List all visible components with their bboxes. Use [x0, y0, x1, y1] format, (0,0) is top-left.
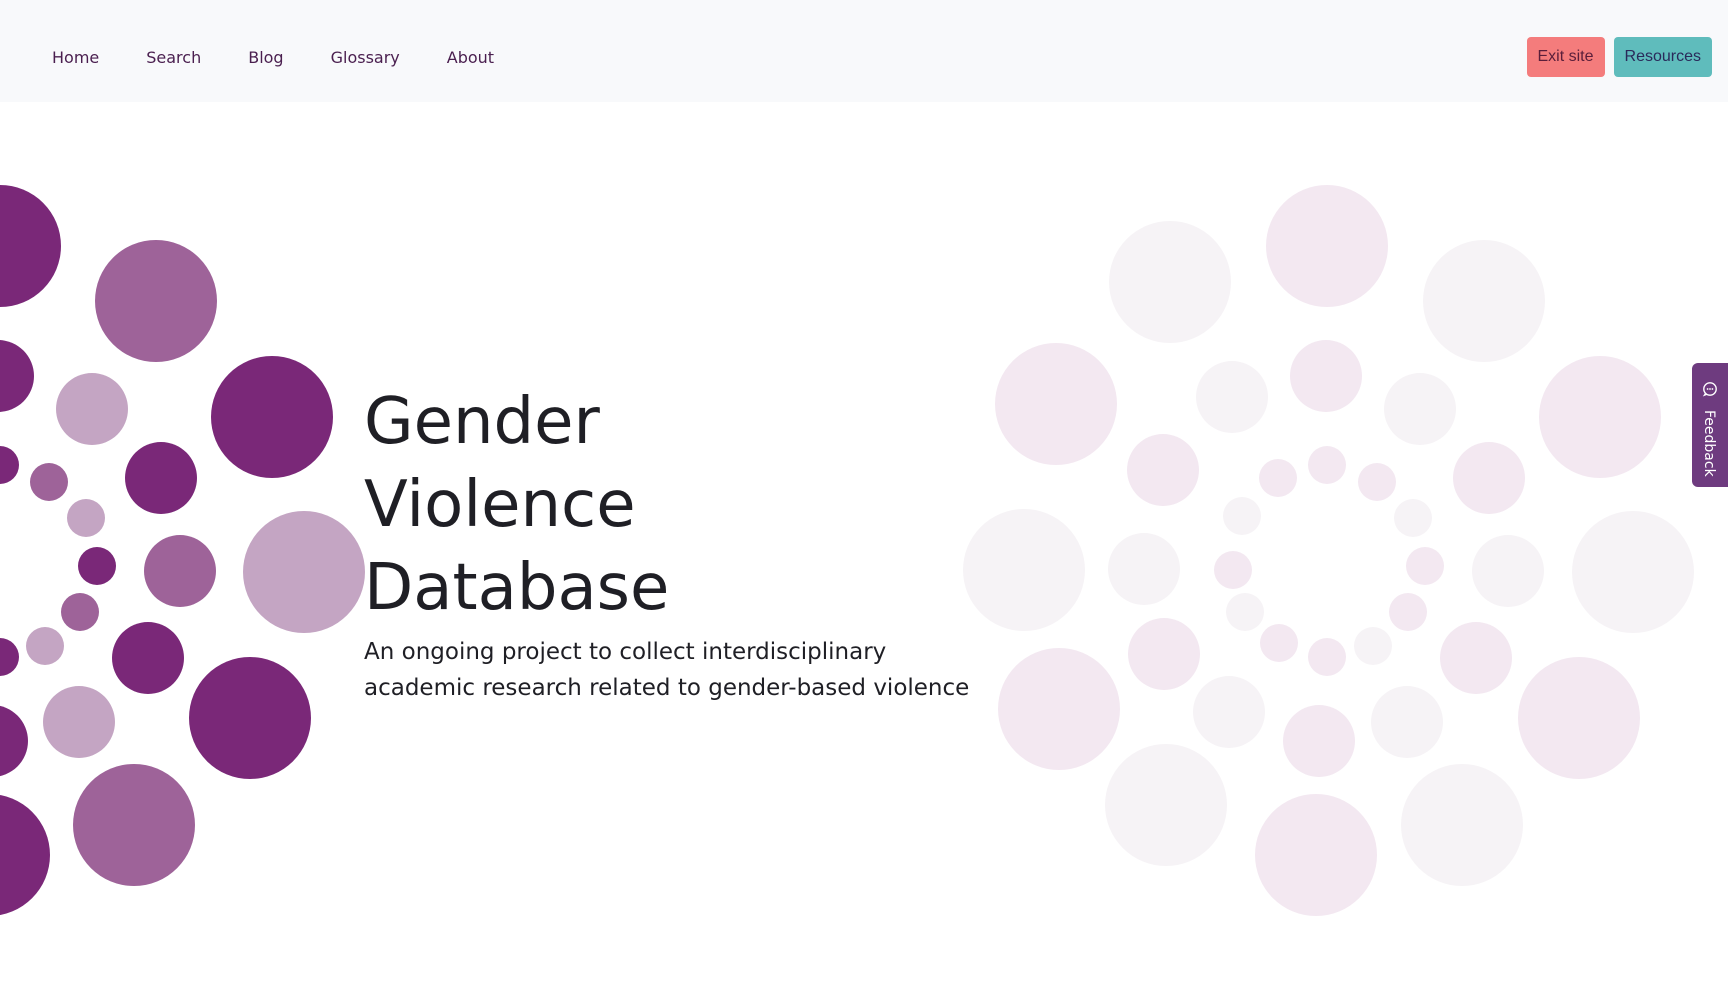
exit-site-button[interactable]: Exit site [1526, 37, 1605, 77]
nav-link-search[interactable]: Search [146, 48, 201, 67]
resources-button[interactable]: Resources [1613, 37, 1712, 77]
decorative-circle [0, 340, 34, 412]
decorative-circle [67, 499, 105, 537]
decorative-circle [1260, 624, 1298, 662]
decorative-circle [0, 446, 19, 484]
decorative-circle [0, 185, 61, 307]
nav-link-blog[interactable]: Blog [248, 48, 283, 67]
decorative-circle [1384, 373, 1456, 445]
chat-bubble-icon [1702, 381, 1718, 401]
page-subtitle: An ongoing project to collect interdisci… [364, 639, 970, 701]
decorative-circle [995, 343, 1117, 465]
decorative-circle [1127, 434, 1199, 506]
decorative-circle [1308, 638, 1346, 676]
decorative-circle [1226, 593, 1264, 631]
decorative-circle [1518, 657, 1640, 779]
decorative-circle [1401, 764, 1523, 886]
decorative-circle [1259, 459, 1297, 497]
decorative-circle [1394, 499, 1432, 537]
nav-link-about[interactable]: About [447, 48, 494, 67]
decorative-circle [1453, 442, 1525, 514]
decorative-circle [189, 657, 311, 779]
feedback-label: Feedback [1701, 410, 1717, 477]
decorative-circle [112, 622, 184, 694]
decorative-circle [1255, 794, 1377, 916]
decorative-circle [1308, 446, 1346, 484]
decorative-circle [1423, 240, 1545, 362]
decorative-circle [43, 686, 115, 758]
decorative-circle [998, 648, 1120, 770]
decorative-circle [1128, 618, 1200, 690]
decorative-circle [1214, 551, 1252, 589]
decorative-circle [78, 547, 116, 585]
decorative-circle [1105, 744, 1227, 866]
decorative-circle [1572, 511, 1694, 633]
decorative-circle [0, 638, 19, 676]
decorative-circle [1266, 185, 1388, 307]
decorative-circle [211, 356, 333, 478]
decorative-circle [1539, 356, 1661, 478]
decorative-circle [1389, 593, 1427, 631]
decorative-circle [73, 764, 195, 886]
decorative-circle [56, 373, 128, 445]
decorative-circle [1371, 686, 1443, 758]
decorative-circle [1223, 497, 1261, 535]
decorative-circle [1290, 340, 1362, 412]
decorative-circle [243, 511, 365, 633]
decorative-circle [0, 795, 50, 915]
decorative-circle [125, 442, 197, 514]
decorative-circle [1108, 533, 1180, 605]
right-circle-rosette [963, 185, 1694, 916]
decorative-circle [1440, 622, 1512, 694]
feedback-tab[interactable]: Feedback [1692, 363, 1728, 487]
decorative-circle [1472, 535, 1544, 607]
decorative-circle [61, 593, 99, 631]
decorative-circle [95, 240, 217, 362]
nav-links: Home Search Blog Glossary About [52, 0, 494, 114]
decorative-circle [144, 535, 216, 607]
decorative-circle [1354, 627, 1392, 665]
decorative-circle [0, 705, 28, 777]
page-title: Gender Violence Database [364, 385, 670, 625]
left-circle-rosette [0, 185, 365, 915]
decorative-circle [26, 627, 64, 665]
decorative-circle [1406, 547, 1444, 585]
decorative-circle [1358, 463, 1396, 501]
decorative-circle [1109, 221, 1231, 343]
decorative-circle [30, 463, 68, 501]
nav-link-glossary[interactable]: Glossary [331, 48, 400, 67]
nav-link-home[interactable]: Home [52, 48, 99, 67]
decorative-circle [1193, 676, 1265, 748]
nav-actions: Exit site Resources [1526, 37, 1712, 77]
page: Home Search Blog Glossary About Exit sit… [0, 0, 1728, 993]
top-navbar: Home Search Blog Glossary About Exit sit… [0, 0, 1728, 102]
decorative-circle [1283, 705, 1355, 777]
decorative-circle [1196, 361, 1268, 433]
hero-section: Gender Violence Database An ongoing proj… [364, 381, 1004, 706]
